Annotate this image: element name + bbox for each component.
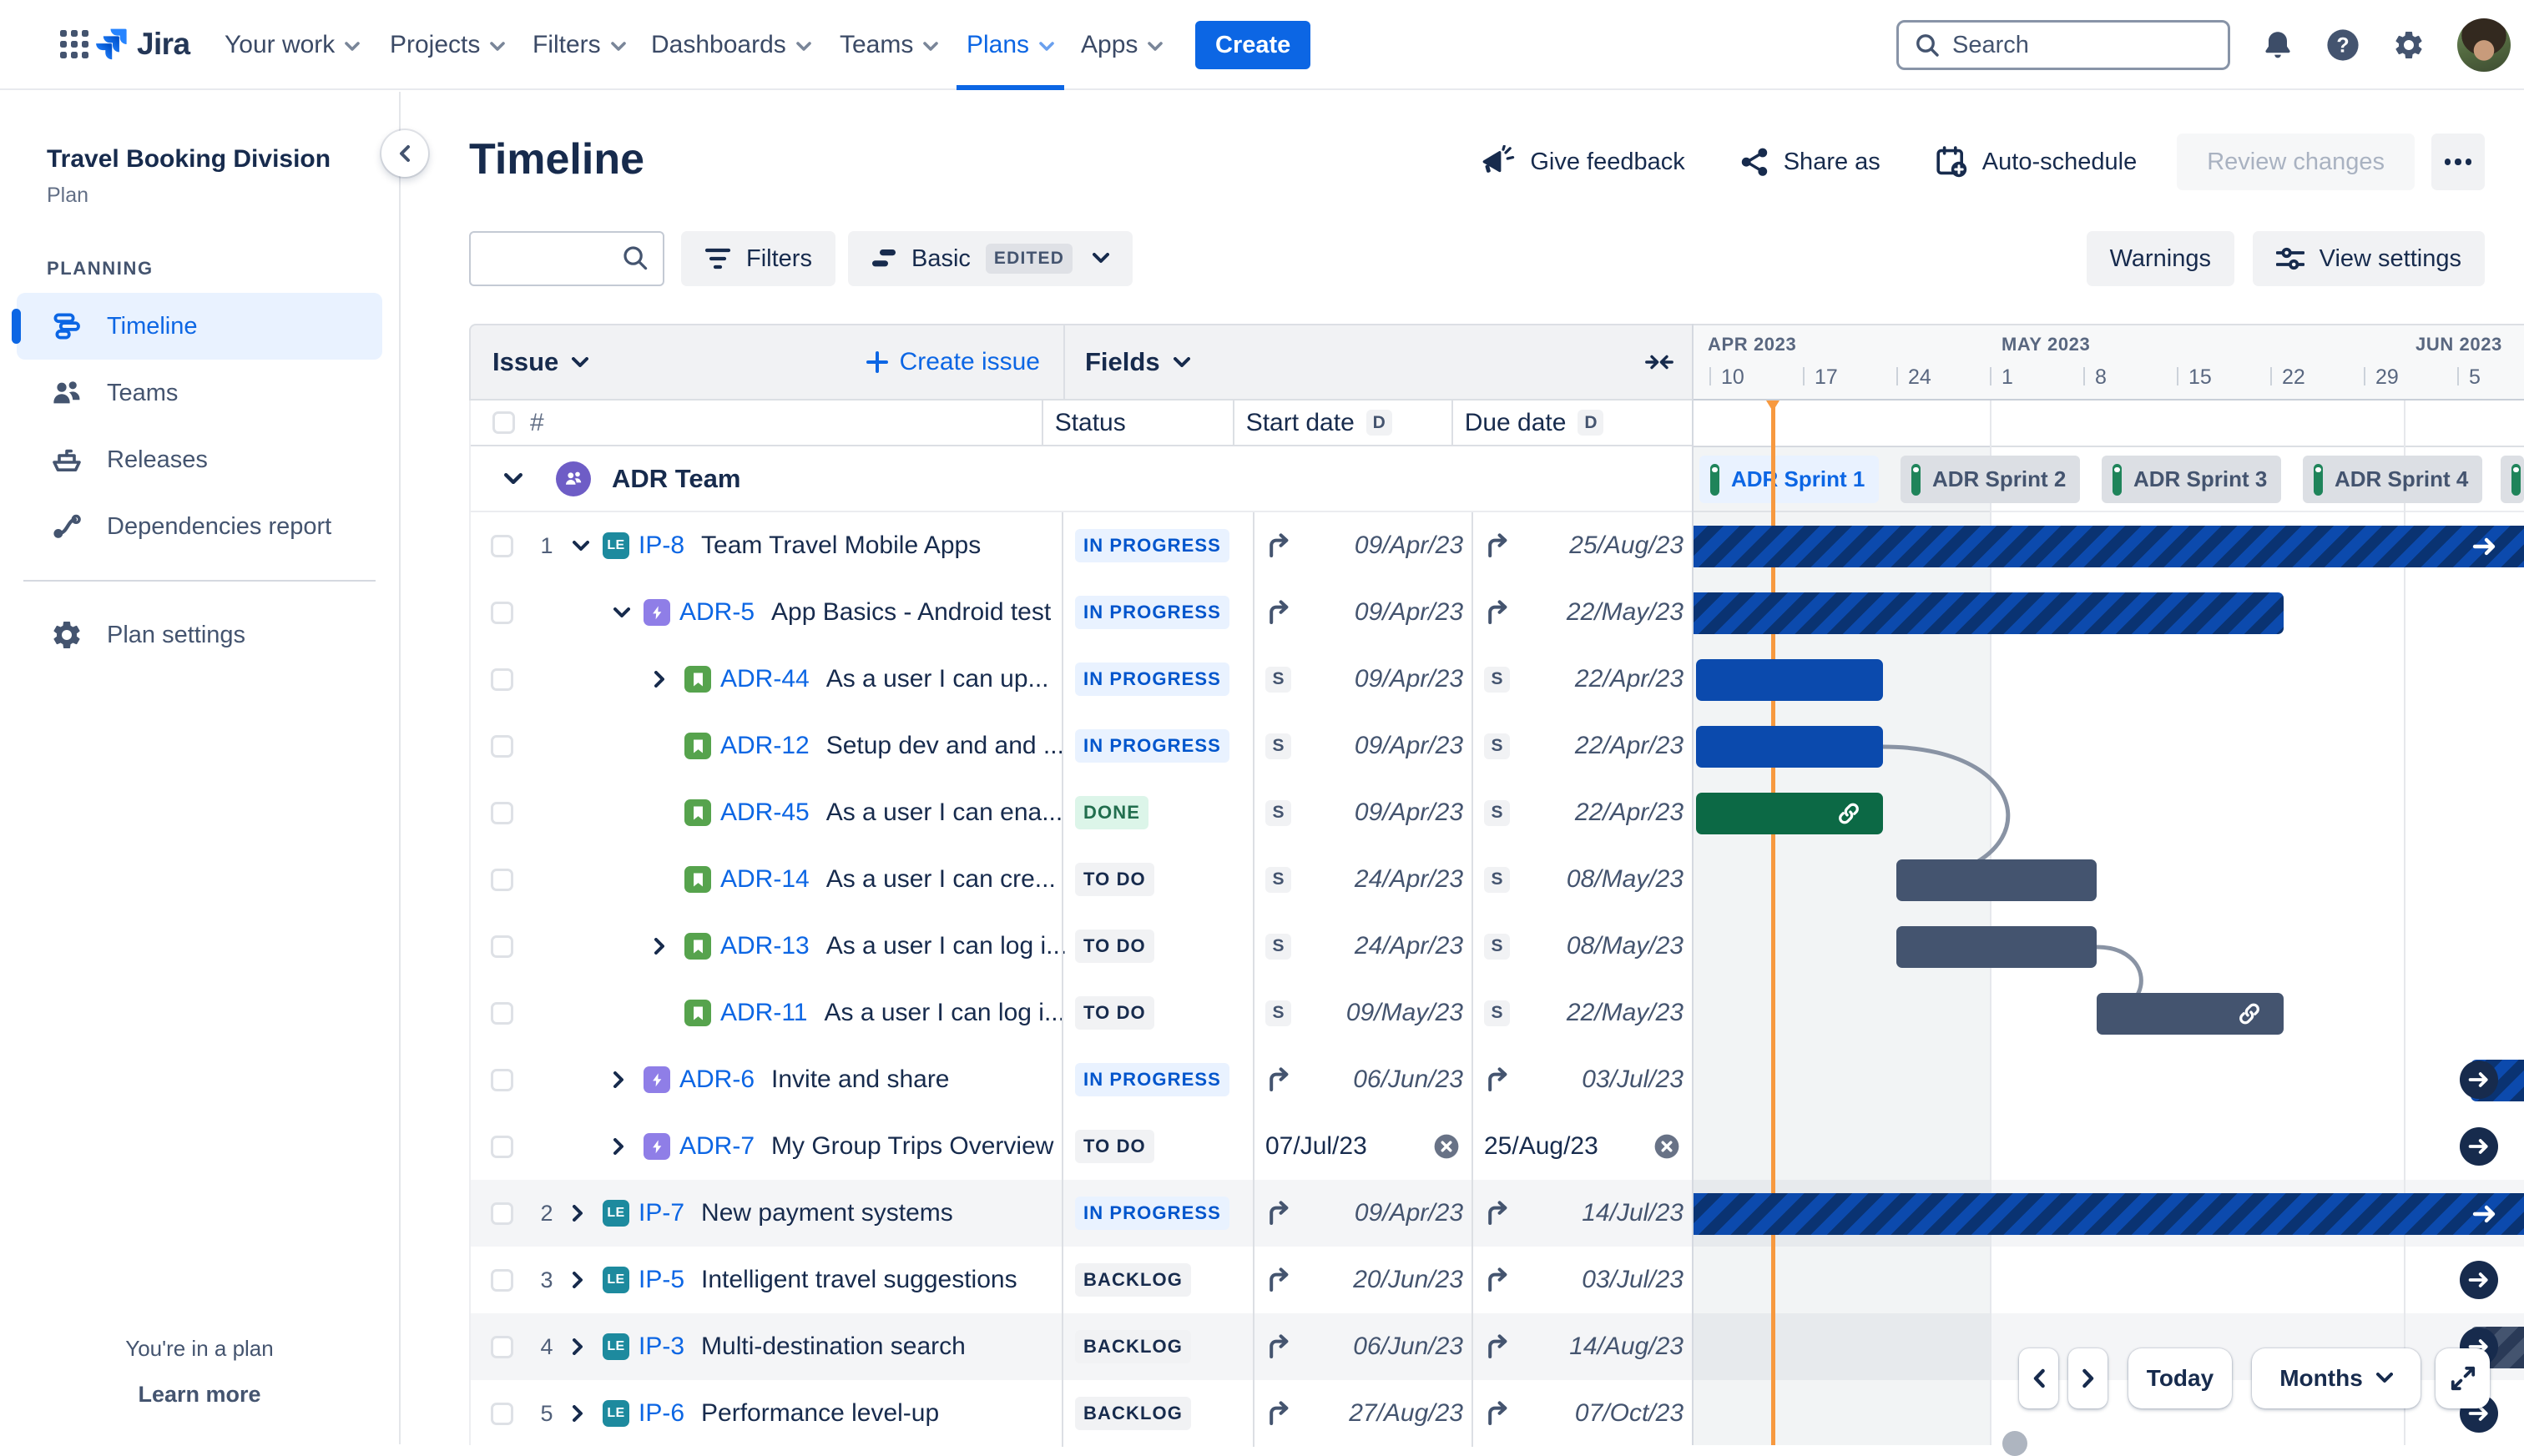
svg-text:?: ? [2336, 34, 2349, 58]
